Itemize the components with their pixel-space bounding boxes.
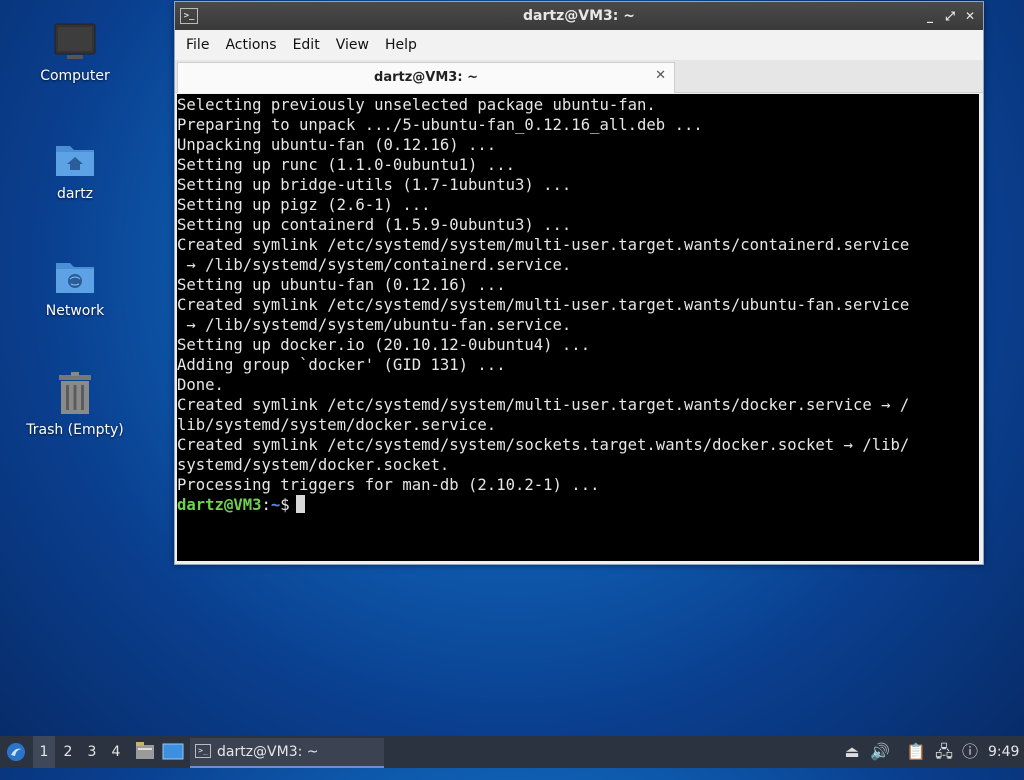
- file-manager-launcher[interactable]: [134, 736, 156, 768]
- terminal-line: → /lib/systemd/system/containerd.service…: [177, 256, 572, 274]
- terminal-line: lib/systemd/system/docker.service.: [177, 416, 497, 434]
- terminal-line: Setting up pigz (2.6-1) ...: [177, 196, 431, 214]
- file-manager-icon: [136, 742, 154, 759]
- eject-icon[interactable]: ⏏: [842, 742, 862, 762]
- taskbar-window-terminal[interactable]: >_ dartz@VM3: ~: [190, 738, 384, 768]
- terminal-line: Setting up runc (1.1.0-0ubuntu1) ...: [177, 156, 515, 174]
- prompt-symbol: $: [280, 496, 290, 514]
- close-button[interactable]: ✕: [961, 7, 979, 25]
- terminal-line: Processing triggers for man-db (2.10.2-1…: [177, 476, 600, 494]
- terminal-line: Created symlink /etc/systemd/system/mult…: [177, 236, 910, 254]
- tab-terminal[interactable]: dartz@VM3: ~ ✕: [177, 62, 675, 93]
- workspace-2[interactable]: 2: [57, 736, 79, 768]
- minimize-button[interactable]: _: [921, 7, 939, 25]
- terminal-line: Setting up ubuntu-fan (0.12.16) ...: [177, 276, 506, 294]
- desktop-icon-home-folder[interactable]: dartz: [25, 140, 125, 202]
- menu-file[interactable]: File: [178, 37, 217, 53]
- terminal-line: → /lib/systemd/system/ubuntu-fan.service…: [177, 316, 572, 334]
- update-notifier-icon[interactable]: ⓘ: [960, 742, 980, 762]
- network-folder-icon: [54, 257, 96, 297]
- network-icon[interactable]: 🖧: [934, 742, 954, 762]
- workspace-3[interactable]: 3: [81, 736, 103, 768]
- desktop-icon-computer[interactable]: Computer: [25, 22, 125, 84]
- desktop-icon: [162, 743, 184, 760]
- tab-label: dartz@VM3: ~: [374, 70, 478, 85]
- prompt-separator: :: [261, 496, 271, 514]
- terminal-line: Unpacking ubuntu-fan (0.12.16) ...: [177, 136, 497, 154]
- terminal-line: Selecting previously unselected package …: [177, 96, 656, 114]
- clock[interactable]: 9:49: [988, 736, 1022, 768]
- terminal-line: Preparing to unpack .../5-ubuntu-fan_0.1…: [177, 116, 703, 134]
- desktop-icon-trash[interactable]: Trash (Empty): [25, 372, 125, 438]
- lubuntu-logo-icon: [7, 743, 25, 761]
- terminal-window[interactable]: >_ dartz@VM3: ~ _ ⤢ ✕ File Actions Edit …: [174, 1, 984, 565]
- desktop-icon-label: dartz: [56, 186, 94, 202]
- terminal-line: systemd/system/docker.socket.: [177, 456, 450, 474]
- tab-close-button[interactable]: ✕: [655, 68, 666, 83]
- terminal-line: Setting up docker.io (20.10.12-0ubuntu4)…: [177, 336, 591, 354]
- menu-bar: File Actions Edit View Help: [175, 30, 983, 60]
- terminal-task-icon: >_: [195, 744, 211, 758]
- terminal-line: Created symlink /etc/systemd/system/mult…: [177, 396, 910, 414]
- desktop-icon-network[interactable]: Network: [25, 257, 125, 319]
- menu-edit[interactable]: Edit: [285, 37, 328, 53]
- prompt-user: dartz@VM3: [177, 496, 262, 514]
- start-menu-button[interactable]: [4, 736, 28, 768]
- taskbar-window-label: dartz@VM3: ~: [217, 744, 319, 760]
- terminal-output[interactable]: Selecting previously unselected package …: [177, 94, 979, 561]
- clipboard-icon[interactable]: 📋: [906, 742, 926, 762]
- home-folder-icon: [54, 140, 96, 180]
- window-titlebar[interactable]: >_ dartz@VM3: ~ _ ⤢ ✕: [175, 2, 983, 30]
- desktop-icon-label: Network: [45, 303, 105, 319]
- window-title: dartz@VM3: ~: [523, 8, 635, 24]
- show-desktop-button[interactable]: [161, 736, 185, 768]
- terminal-line: Created symlink /etc/systemd/system/mult…: [177, 296, 910, 314]
- tab-bar: dartz@VM3: ~ ✕: [175, 60, 983, 93]
- desktop-icon-label: Trash (Empty): [26, 422, 124, 438]
- prompt-path: ~: [270, 496, 281, 514]
- trash-icon: [54, 372, 96, 416]
- maximize-button[interactable]: ⤢: [941, 7, 959, 25]
- terminal-line: Created symlink /etc/systemd/system/sock…: [177, 436, 910, 454]
- menu-help[interactable]: Help: [377, 37, 425, 53]
- desktop-icon-label: Computer: [40, 68, 110, 84]
- taskbar: 1 2 3 4 >_ dartz@VM3: ~ ⏏ 🔊 📋 🖧 ⓘ 9:49: [0, 736, 1024, 768]
- menu-actions[interactable]: Actions: [217, 37, 284, 53]
- volume-icon[interactable]: 🔊: [870, 742, 890, 762]
- terminal-prompt-line[interactable]: dartz@VM3:~$: [177, 495, 979, 515]
- terminal-line: Done.: [177, 376, 224, 394]
- terminal-line: Adding group `docker' (GID 131) ...: [177, 356, 506, 374]
- workspace-1[interactable]: 1: [33, 736, 55, 768]
- computer-icon: [54, 22, 96, 62]
- terminal-cursor: [295, 495, 305, 513]
- workspace-4[interactable]: 4: [105, 736, 127, 768]
- menu-view[interactable]: View: [328, 37, 377, 53]
- terminal-line: Setting up containerd (1.5.9-0ubuntu3) .…: [177, 216, 572, 234]
- terminal-line: Setting up bridge-utils (1.7-1ubuntu3) .…: [177, 176, 572, 194]
